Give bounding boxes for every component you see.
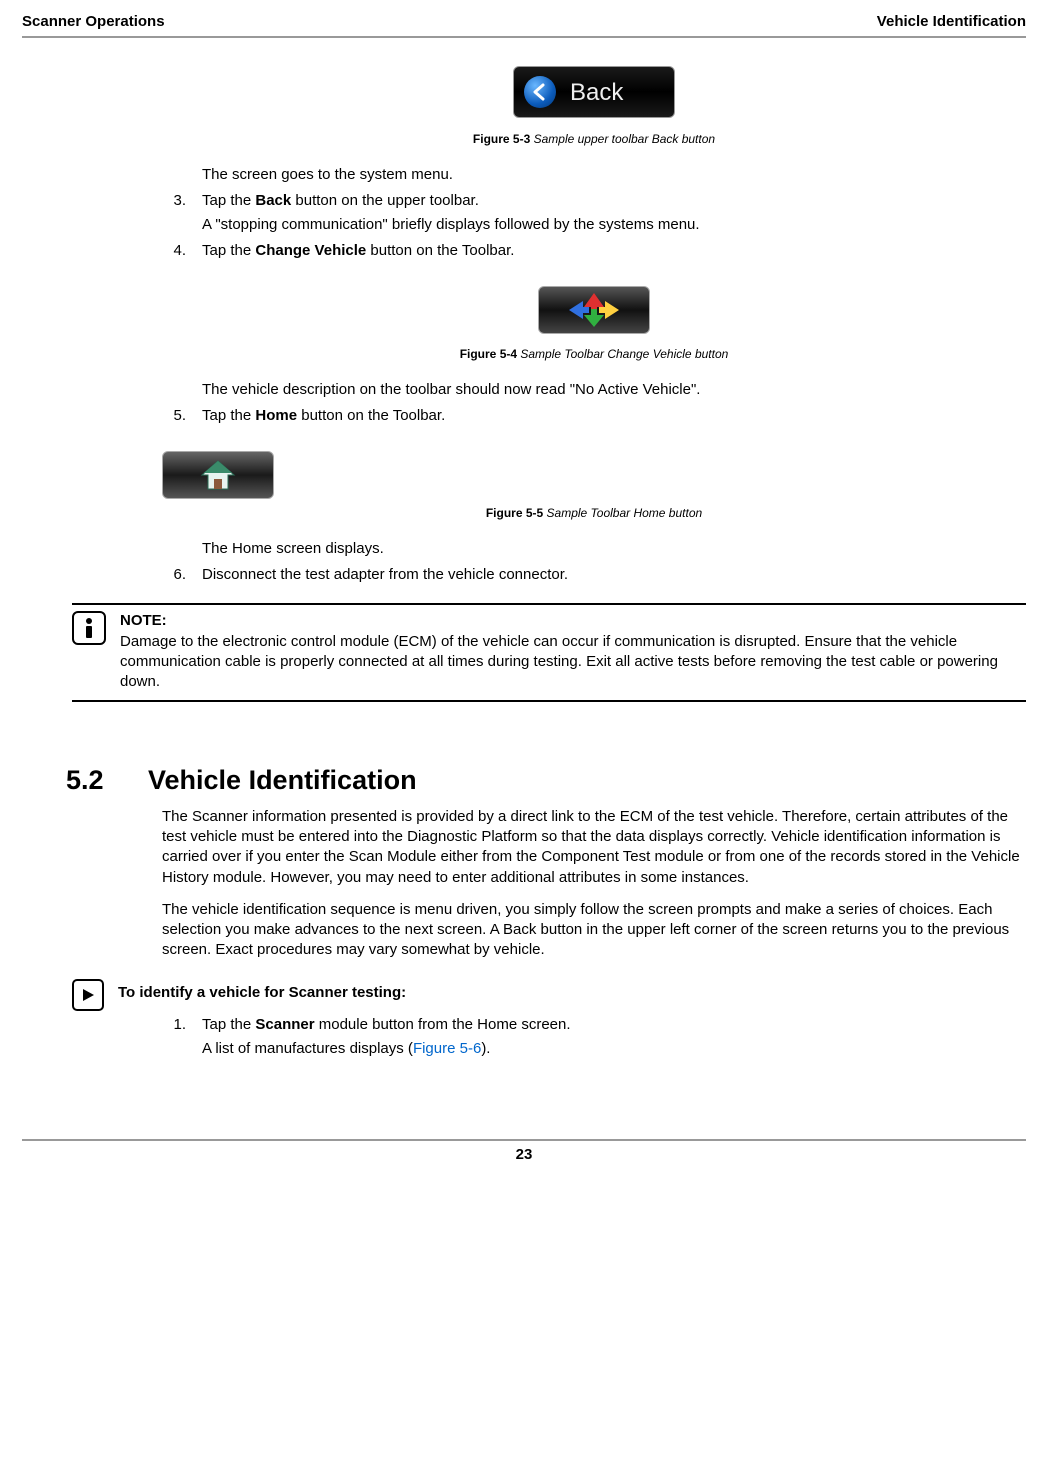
change-vehicle-button-sample: [538, 286, 650, 334]
step2-result: The screen goes to the system menu.: [162, 165, 1026, 185]
home-button-sample: [162, 451, 274, 499]
header-left: Scanner Operations: [22, 12, 165, 32]
info-icon: [72, 611, 106, 645]
step4-result: The vehicle description on the toolbar s…: [162, 380, 1026, 400]
proc-step-1: 1. Tap the Scanner module button from th…: [162, 1015, 1026, 1060]
figure-5-4-caption: Figure 5-4 Sample Toolbar Change Vehicle…: [162, 346, 1026, 362]
play-icon: [72, 979, 104, 1011]
back-button-sample: Back: [513, 66, 675, 118]
figure-5-3-caption: Figure 5-3 Sample upper toolbar Back but…: [162, 131, 1026, 147]
figure-5-4: [162, 286, 1026, 340]
section-para-2: The vehicle identification sequence is m…: [162, 900, 1026, 961]
figure-5-6-link[interactable]: Figure 5-6: [413, 1040, 481, 1057]
step-5: 5. Tap the Home button on the Toolbar.: [162, 406, 1026, 426]
section-heading: 5.2Vehicle Identification: [66, 762, 1026, 798]
figure-5-3: Back: [162, 66, 1026, 124]
page-number: 23: [22, 1141, 1026, 1183]
running-header: Scanner Operations Vehicle Identificatio…: [22, 12, 1026, 32]
change-vehicle-icon: [539, 287, 649, 333]
header-rule: [22, 36, 1026, 38]
step-6: 6. Disconnect the test adapter from the …: [162, 565, 1026, 585]
header-right: Vehicle Identification: [877, 12, 1026, 32]
step5-result: The Home screen displays.: [162, 539, 1026, 559]
note-body: Damage to the electronic control module …: [120, 633, 998, 691]
note-box: NOTE: Damage to the electronic control m…: [72, 603, 1026, 702]
figure-5-5-caption: Figure 5-5 Sample Toolbar Home button: [162, 505, 1026, 521]
home-icon: [200, 459, 236, 491]
step-3-result: A "stopping communication" briefly displ…: [202, 215, 1026, 235]
figure-5-5: [162, 451, 1026, 499]
step-4: 4. Tap the Change Vehicle button on the …: [162, 241, 1026, 261]
procedure-heading: To identify a vehicle for Scanner testin…: [72, 979, 1026, 1011]
back-arrow-icon: [524, 76, 556, 108]
note-label: NOTE:: [120, 611, 1026, 631]
back-button-label: Back: [570, 77, 623, 109]
proc-step-1-result: A list of manufactures displays (Figure …: [202, 1039, 1026, 1059]
step-3: 3. Tap the Back button on the upper tool…: [162, 191, 1026, 236]
section-para-1: The Scanner information presented is pro…: [162, 807, 1026, 888]
